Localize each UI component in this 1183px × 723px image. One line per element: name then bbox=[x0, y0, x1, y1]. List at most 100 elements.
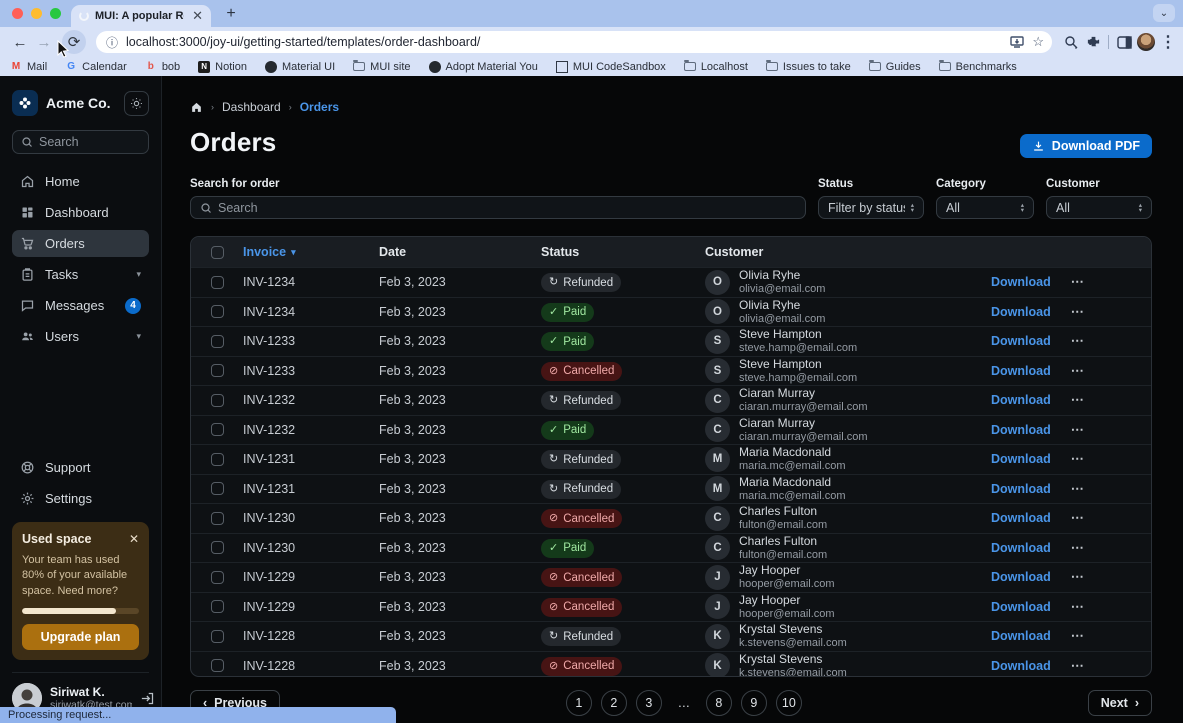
browser-menu-icon[interactable]: ⋮ bbox=[1157, 31, 1179, 53]
password-key-icon[interactable] bbox=[1060, 31, 1082, 53]
row-checkbox[interactable] bbox=[211, 541, 224, 554]
logout-icon[interactable] bbox=[140, 691, 155, 706]
forward-button[interactable]: → bbox=[32, 30, 56, 54]
bookmark-item[interactable]: b bob bbox=[145, 61, 180, 73]
download-link[interactable]: Download bbox=[991, 334, 1051, 348]
new-tab-button[interactable]: + bbox=[219, 2, 243, 26]
row-checkbox[interactable] bbox=[211, 276, 224, 289]
row-checkbox[interactable] bbox=[211, 600, 224, 613]
order-search-input[interactable]: Search bbox=[190, 196, 806, 219]
row-more-icon[interactable]: ⋯ bbox=[1071, 599, 1085, 615]
row-checkbox[interactable] bbox=[211, 571, 224, 584]
row-more-icon[interactable]: ⋯ bbox=[1071, 658, 1085, 674]
page-number-button[interactable]: 2 bbox=[601, 690, 627, 716]
row-more-icon[interactable]: ⋯ bbox=[1071, 540, 1085, 556]
download-link[interactable]: Download bbox=[991, 364, 1051, 378]
row-more-icon[interactable]: ⋯ bbox=[1071, 304, 1085, 320]
bookmark-item[interactable]: N Notion bbox=[198, 61, 247, 73]
customer-filter-select[interactable]: All ▴▾ bbox=[1046, 196, 1152, 219]
install-app-icon[interactable] bbox=[1010, 36, 1024, 48]
bookmark-item[interactable]: Localhost bbox=[684, 61, 748, 73]
bookmark-item[interactable]: Guides bbox=[869, 61, 921, 73]
sidebar-search-input[interactable]: Search bbox=[12, 130, 149, 154]
row-more-icon[interactable]: ⋯ bbox=[1071, 392, 1085, 408]
select-all-checkbox[interactable] bbox=[211, 246, 224, 259]
minimize-window-button[interactable] bbox=[31, 8, 42, 19]
extensions-puzzle-icon[interactable] bbox=[1082, 31, 1104, 53]
row-more-icon[interactable]: ⋯ bbox=[1071, 333, 1085, 349]
zoom-window-button[interactable] bbox=[50, 8, 61, 19]
download-link[interactable]: Download bbox=[991, 482, 1051, 496]
theme-toggle-button[interactable] bbox=[124, 91, 149, 116]
bookmark-item[interactable]: G Calendar bbox=[65, 61, 127, 73]
sidebar-item-settings[interactable]: Settings bbox=[12, 485, 149, 512]
bookmark-star-icon[interactable]: ☆ bbox=[1032, 34, 1044, 50]
row-checkbox[interactable] bbox=[211, 305, 224, 318]
row-checkbox[interactable] bbox=[211, 630, 224, 643]
sidebar-item-users[interactable]: Users ▾ bbox=[12, 323, 149, 350]
download-link[interactable]: Download bbox=[991, 570, 1051, 584]
bookmark-item[interactable]: Issues to take bbox=[766, 61, 851, 73]
bookmark-item[interactable]: MUI site bbox=[353, 61, 410, 73]
download-link[interactable]: Download bbox=[991, 629, 1051, 643]
bookmark-item[interactable]: MUI CodeSandbox bbox=[556, 61, 666, 73]
row-checkbox[interactable] bbox=[211, 659, 224, 672]
row-checkbox[interactable] bbox=[211, 453, 224, 466]
download-link[interactable]: Download bbox=[991, 452, 1051, 466]
side-panel-icon[interactable] bbox=[1113, 31, 1135, 53]
tab-overflow-chevron-icon[interactable]: ⌄ bbox=[1153, 4, 1175, 22]
row-checkbox[interactable] bbox=[211, 364, 224, 377]
sidebar-item-tasks[interactable]: Tasks ▾ bbox=[12, 261, 149, 288]
category-filter-select[interactable]: All ▴▾ bbox=[936, 196, 1034, 219]
tab-close-icon[interactable]: ✕ bbox=[190, 8, 205, 24]
row-checkbox[interactable] bbox=[211, 423, 224, 436]
download-link[interactable]: Download bbox=[991, 275, 1051, 289]
next-page-button[interactable]: Next › bbox=[1088, 690, 1152, 716]
page-number-button[interactable]: 9 bbox=[741, 690, 767, 716]
download-link[interactable]: Download bbox=[991, 541, 1051, 555]
page-number-button[interactable]: 1 bbox=[566, 690, 592, 716]
row-checkbox[interactable] bbox=[211, 394, 224, 407]
download-link[interactable]: Download bbox=[991, 600, 1051, 614]
download-pdf-button[interactable]: Download PDF bbox=[1020, 134, 1152, 158]
sidebar-item-home[interactable]: Home bbox=[12, 168, 149, 195]
row-more-icon[interactable]: ⋯ bbox=[1071, 510, 1085, 526]
page-number-button[interactable]: 8 bbox=[706, 690, 732, 716]
url-bar[interactable]: ⓘ localhost:3000/joy-ui/getting-started/… bbox=[96, 31, 1052, 53]
site-info-icon[interactable]: ⓘ bbox=[106, 34, 118, 51]
status-filter-select[interactable]: Filter by status ▴▾ bbox=[818, 196, 924, 219]
breadcrumb-home-icon[interactable] bbox=[190, 101, 203, 114]
row-checkbox[interactable] bbox=[211, 335, 224, 348]
row-checkbox[interactable] bbox=[211, 482, 224, 495]
download-link[interactable]: Download bbox=[991, 659, 1051, 673]
sidebar-item-dashboard[interactable]: Dashboard bbox=[12, 199, 149, 226]
row-more-icon[interactable]: ⋯ bbox=[1071, 569, 1085, 585]
page-number-button[interactable]: 3 bbox=[636, 690, 662, 716]
sidebar-item-support[interactable]: Support bbox=[12, 454, 149, 481]
row-more-icon[interactable]: ⋯ bbox=[1071, 422, 1085, 438]
sidebar-item-messages[interactable]: Messages 4 bbox=[12, 292, 149, 319]
download-link[interactable]: Download bbox=[991, 423, 1051, 437]
row-more-icon[interactable]: ⋯ bbox=[1071, 451, 1085, 467]
row-more-icon[interactable]: ⋯ bbox=[1071, 628, 1085, 644]
row-checkbox[interactable] bbox=[211, 512, 224, 525]
breadcrumb-dashboard[interactable]: Dashboard bbox=[222, 100, 281, 114]
close-icon[interactable]: ✕ bbox=[129, 532, 139, 546]
profile-avatar[interactable] bbox=[1135, 31, 1157, 53]
row-more-icon[interactable]: ⋯ bbox=[1071, 363, 1085, 379]
page-number-button[interactable]: … bbox=[671, 690, 697, 716]
download-link[interactable]: Download bbox=[991, 393, 1051, 407]
download-link[interactable]: Download bbox=[991, 511, 1051, 525]
bookmark-item[interactable]: Adopt Material You bbox=[429, 61, 538, 73]
upgrade-plan-button[interactable]: Upgrade plan bbox=[22, 624, 139, 650]
row-more-icon[interactable]: ⋯ bbox=[1071, 481, 1085, 497]
invoice-column-header[interactable]: Invoice ▾ bbox=[243, 245, 379, 259]
bookmark-item[interactable]: Benchmarks bbox=[939, 61, 1017, 73]
download-link[interactable]: Download bbox=[991, 305, 1051, 319]
bookmark-item[interactable]: M Mail bbox=[10, 61, 47, 73]
sidebar-item-orders[interactable]: Orders bbox=[12, 230, 149, 257]
bookmark-item[interactable]: Material UI bbox=[265, 61, 335, 73]
browser-tab[interactable]: MUI: A popular React UI fram ✕ bbox=[71, 5, 211, 27]
back-button[interactable]: ← bbox=[8, 30, 32, 54]
row-more-icon[interactable]: ⋯ bbox=[1071, 274, 1085, 290]
